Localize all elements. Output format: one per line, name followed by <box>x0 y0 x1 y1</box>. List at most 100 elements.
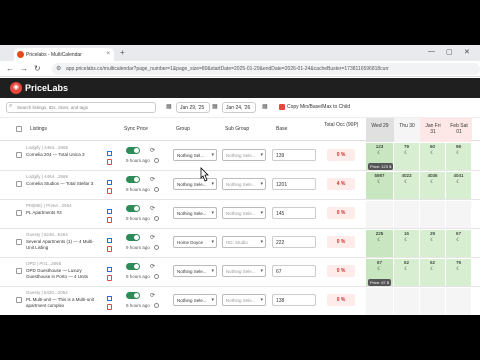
row-checkbox[interactable] <box>16 297 22 303</box>
tab-close-icon[interactable]: × <box>106 51 110 57</box>
sync-refresh-icon[interactable]: ⟳ <box>150 234 155 241</box>
forward-arrow-icon[interactable]: → <box>20 64 28 73</box>
calendar-price-cell[interactable]: 60 ☾ <box>420 143 446 170</box>
col-sync-price[interactable]: Sync Price <box>124 126 148 132</box>
table-row[interactable]: Lodgify | 4464...2665 Cornelia 204 — Tot… <box>0 142 480 171</box>
calendar-icon[interactable]: ▦ <box>262 103 268 110</box>
sync-toggle[interactable] <box>126 234 140 241</box>
calendar-price-cell[interactable]: 4041 ☾ <box>446 172 472 199</box>
calendar-price-cell[interactable]: 4036 ☾ <box>420 172 446 199</box>
col-sub-group[interactable]: Sub Group <box>225 126 249 132</box>
info-icon[interactable] <box>154 216 159 221</box>
subgroup-select[interactable]: Nothing Sele... ▾ <box>222 294 266 306</box>
subgroup-select[interactable]: Nothing Sele... ▾ <box>222 149 266 161</box>
subgroup-select[interactable]: HD: Studio ▾ <box>222 236 266 248</box>
calendar-price-cell[interactable] <box>446 288 472 315</box>
calendar-price-cell[interactable]: 62 ☾ <box>420 259 446 286</box>
calendar-price-cell[interactable]: 5987 ☾ <box>366 172 394 199</box>
row-checkbox[interactable] <box>16 152 22 158</box>
table-row[interactable]: Lodgify | 4464...2666 Cornelia Studios —… <box>0 171 480 200</box>
info-icon[interactable] <box>154 274 159 279</box>
sync-refresh-icon[interactable]: ⟳ <box>150 263 155 270</box>
row-checkbox[interactable] <box>16 210 22 216</box>
delete-icon[interactable] <box>107 159 112 165</box>
calendar-price-cell[interactable] <box>366 201 394 228</box>
subgroup-select[interactable]: Nothing Sele... ▾ <box>222 178 266 190</box>
calendar-icon[interactable]: ▦ <box>166 103 172 110</box>
search-input[interactable]: ⌕ Search listings, IDs, cities, and tags <box>6 102 156 113</box>
table-row[interactable]: Guesty | 6248...6464 Several Apartments … <box>0 229 480 258</box>
info-icon[interactable] <box>154 158 159 163</box>
maximize-button[interactable]: ▢ <box>446 48 453 56</box>
table-row[interactable]: PM(ME) | Prime...2664 PL Apartments #3 ⟳… <box>0 200 480 229</box>
calendar-price-cell[interactable]: 79 ☾ <box>446 259 472 286</box>
browser-tab[interactable]: Pricelabs - MultiCalendar × <box>14 48 114 61</box>
base-price-input[interactable]: 138 <box>272 294 316 306</box>
calendar-price-cell[interactable]: 16 ☾ <box>394 230 420 257</box>
start-date-field[interactable]: Jan 29, '25 <box>176 102 210 113</box>
sync-refresh-icon[interactable]: ⟳ <box>150 176 155 183</box>
listing-name[interactable]: Cornelia 204 — Total Unica 3 <box>26 152 112 157</box>
subgroup-select[interactable]: Nothing Sele... ▾ <box>222 265 266 277</box>
external-link-icon[interactable] <box>107 238 112 243</box>
base-price-input[interactable]: 222 <box>272 236 316 248</box>
sync-refresh-icon[interactable]: ⟳ <box>150 205 155 212</box>
calendar-price-cell[interactable] <box>394 288 420 315</box>
base-price-input[interactable]: 145 <box>272 207 316 219</box>
site-info-icon[interactable]: ⚙ <box>56 65 61 72</box>
col-total-occ[interactable]: Total Occ (90P) <box>324 122 364 128</box>
reload-icon[interactable]: ↻ <box>34 64 41 73</box>
base-price-input[interactable]: 139 <box>272 149 316 161</box>
sync-refresh-icon[interactable]: ⟳ <box>150 147 155 154</box>
delete-icon[interactable] <box>107 275 112 281</box>
calendar-price-cell[interactable] <box>394 201 420 228</box>
delete-icon[interactable] <box>107 217 112 223</box>
calendar-price-cell[interactable]: 98 ☾ <box>446 143 472 170</box>
col-listings[interactable]: Listings <box>30 126 47 132</box>
sync-toggle[interactable] <box>126 176 140 183</box>
group-select[interactable]: Nothing Sele... ▾ <box>173 207 217 219</box>
calendar-price-cell[interactable] <box>446 201 472 228</box>
calendar-icon[interactable]: ▦ <box>212 103 218 110</box>
external-link-icon[interactable] <box>107 296 112 301</box>
col-group[interactable]: Group <box>176 126 190 132</box>
window-close-button[interactable]: ✕ <box>464 48 470 56</box>
delete-icon[interactable] <box>107 304 112 310</box>
base-price-input[interactable]: 1201 <box>272 178 316 190</box>
new-tab-button[interactable]: + <box>120 48 125 57</box>
sync-toggle[interactable] <box>126 147 140 154</box>
external-link-icon[interactable] <box>107 209 112 214</box>
sync-toggle[interactable] <box>126 205 140 212</box>
minimize-button[interactable]: — <box>428 48 435 55</box>
row-checkbox[interactable] <box>16 239 22 245</box>
calendar-price-cell[interactable]: 29 ☾ <box>420 230 446 257</box>
calendar-price-cell[interactable] <box>420 288 446 315</box>
info-icon[interactable] <box>154 187 159 192</box>
group-select[interactable]: Nothing Sele... ▾ <box>173 265 217 277</box>
listing-name[interactable]: OPD Guesthouse — Luxury <box>26 268 112 273</box>
copy-checkbox[interactable] <box>279 104 285 110</box>
listing-name[interactable]: PL Multi-unit — This is a Multi-unit <box>26 297 112 302</box>
col-base[interactable]: Base <box>276 126 287 132</box>
row-checkbox[interactable] <box>16 268 22 274</box>
calendar-price-cell[interactable]: 62 ☾ <box>394 259 420 286</box>
group-select[interactable]: Nothing Sel... ▾ <box>173 149 217 161</box>
calendar-price-cell[interactable]: 225 ☾ <box>366 230 394 257</box>
info-icon[interactable] <box>154 245 159 250</box>
calendar-price-cell[interactable] <box>366 288 394 315</box>
table-row[interactable]: OPD | Pri1...2665 OPD Guesthouse — Luxur… <box>0 258 480 287</box>
subgroup-select[interactable]: Nothing Sele... ▾ <box>222 207 266 219</box>
sync-toggle[interactable] <box>126 292 140 299</box>
sync-refresh-icon[interactable]: ⟳ <box>150 292 155 299</box>
group-select[interactable]: Nothing Sele... ▾ <box>173 294 217 306</box>
end-date-field[interactable]: Jan 24, '26 <box>222 102 256 113</box>
calendar-price-cell[interactable]: 79 ☾ <box>394 143 420 170</box>
external-link-icon[interactable] <box>107 267 112 272</box>
delete-icon[interactable] <box>107 188 112 194</box>
table-row[interactable]: Guesty | 6420...2054 PL Multi-unit — Thi… <box>0 287 480 315</box>
url-field[interactable]: ⚙ app.pricelabs.co/multicalendar?page_nu… <box>52 63 480 75</box>
listing-name[interactable]: PL Apartments #3 <box>26 210 112 215</box>
delete-icon[interactable] <box>107 246 112 252</box>
select-all-checkbox[interactable] <box>16 126 22 132</box>
calendar-price-cell[interactable]: 4023 ☾ <box>394 172 420 199</box>
